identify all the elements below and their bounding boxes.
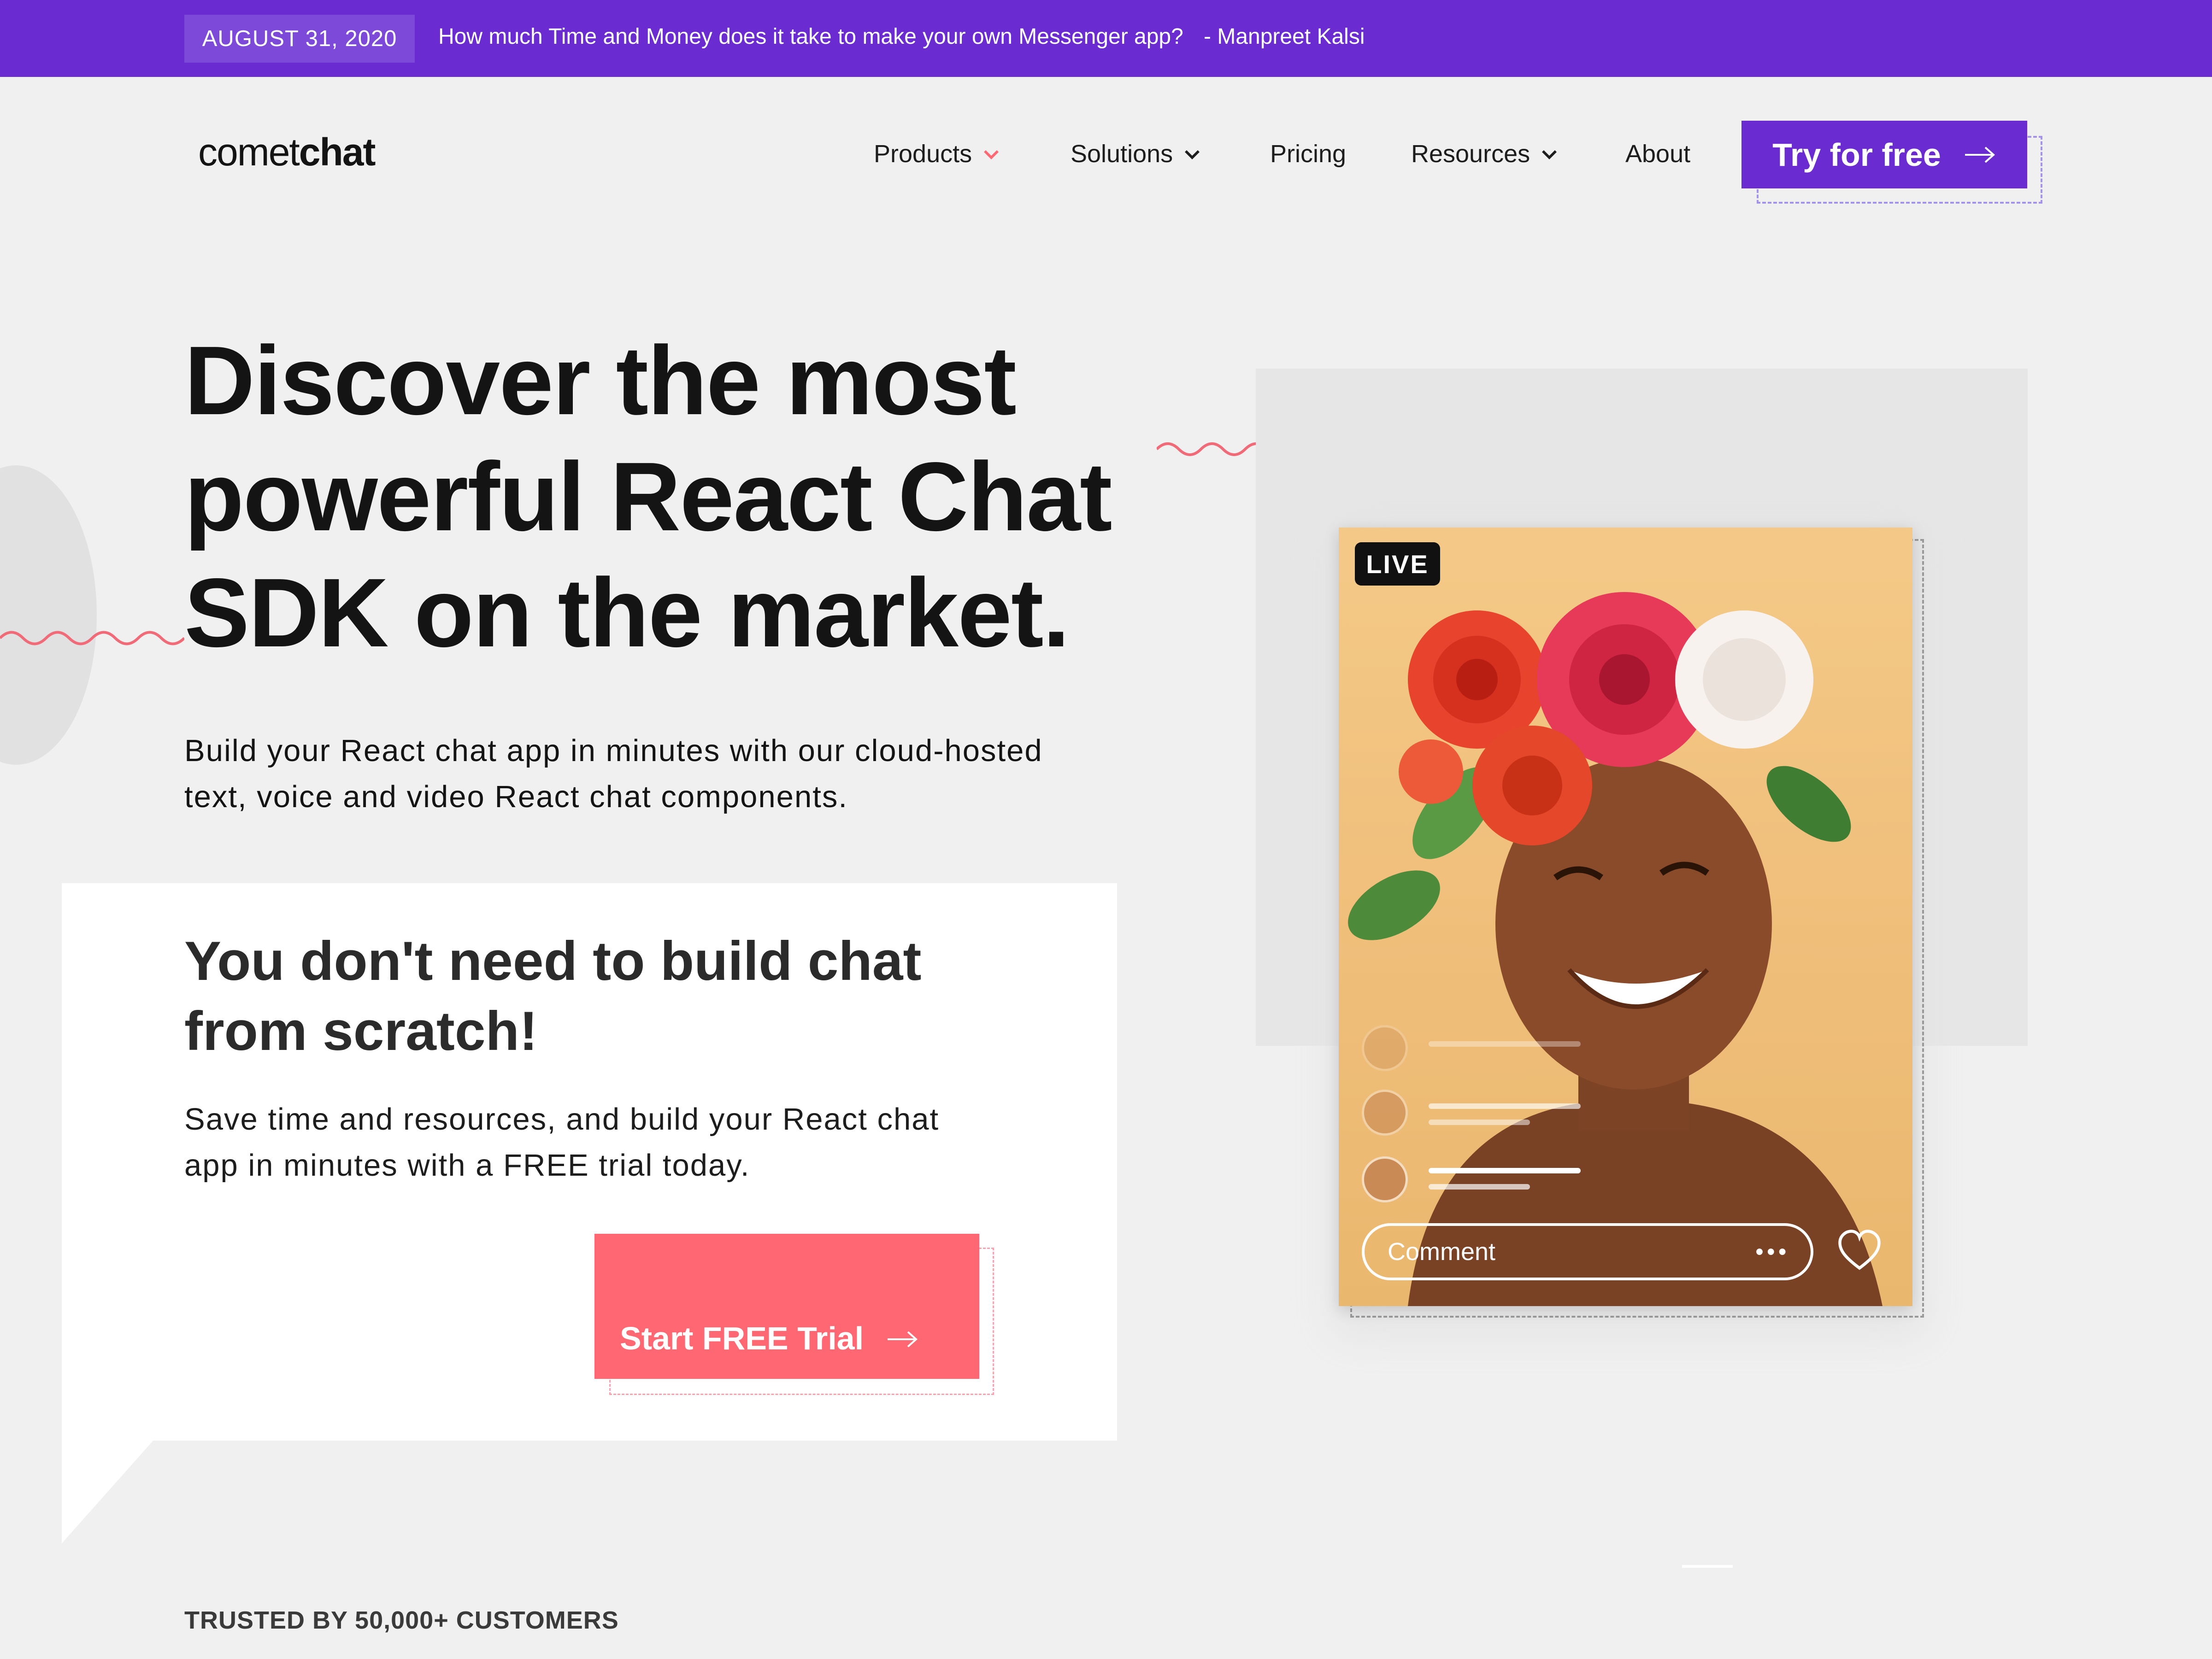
announcement-date: AUGUST 31, 2020 bbox=[184, 15, 415, 63]
logo-text-comet: comet bbox=[198, 130, 300, 174]
nav-resources[interactable]: Resources bbox=[1411, 140, 1559, 168]
avatar bbox=[1362, 1090, 1408, 1136]
cta-card-title-line: from scratch! bbox=[184, 1000, 538, 1062]
chat-line-placeholder bbox=[1429, 1103, 1581, 1109]
trusted-by-label: TRUSTED BY 50,000+ CUSTOMERS bbox=[184, 1606, 619, 1634]
chat-line-placeholder bbox=[1429, 1041, 1581, 1047]
chat-line-placeholder bbox=[1429, 1120, 1530, 1125]
hero-subtitle-line: text, voice and video React chat compone… bbox=[184, 780, 848, 814]
nav-about[interactable]: About bbox=[1625, 140, 1690, 168]
cta-card-tail bbox=[62, 1440, 154, 1543]
cta-card-title-line: You don't need to build chat bbox=[184, 930, 922, 992]
decorative-dash bbox=[1682, 1565, 1733, 1568]
logo-text-chat: chat bbox=[299, 130, 376, 174]
try-for-free-label: Try for free bbox=[1772, 136, 1941, 173]
cta-card-text-line: app in minutes with a FREE trial today. bbox=[184, 1148, 750, 1183]
announcement-author: - Manpreet Kalsi bbox=[1204, 24, 1365, 49]
cta-card-title: You don't need to build chat from scratc… bbox=[184, 926, 1060, 1066]
nav-products-label: Products bbox=[874, 140, 972, 168]
comment-input[interactable]: Comment ••• bbox=[1362, 1223, 1813, 1280]
nav-solutions-label: Solutions bbox=[1071, 140, 1173, 168]
chat-line-placeholder bbox=[1429, 1184, 1530, 1190]
hero-title: Discover the most powerful React Chat SD… bbox=[184, 322, 1198, 671]
arrow-right-icon bbox=[1965, 147, 1995, 163]
hero-title-line: powerful React Chat bbox=[184, 442, 1112, 551]
heart-icon[interactable] bbox=[1836, 1228, 1883, 1274]
ellipsis-icon[interactable]: ••• bbox=[1756, 1239, 1790, 1265]
avatar bbox=[1362, 1025, 1408, 1071]
live-stream-phone-mockup: LIVE Comment ••• bbox=[1339, 528, 1912, 1306]
nav-about-label: About bbox=[1625, 140, 1691, 168]
arrow-right-icon bbox=[888, 1331, 918, 1348]
announcement-headline-link[interactable]: How much Time and Money does it take to … bbox=[438, 24, 1183, 49]
hero-title-line: SDK on the market. bbox=[184, 558, 1070, 667]
try-for-free-button[interactable]: Try for free bbox=[1741, 121, 2027, 188]
nav-resources-label: Resources bbox=[1411, 140, 1530, 168]
chevron-down-icon bbox=[1542, 150, 1557, 159]
chevron-down-icon bbox=[984, 150, 999, 159]
chevron-down-icon bbox=[1185, 150, 1200, 159]
live-badge: LIVE bbox=[1355, 542, 1440, 586]
nav-products[interactable]: Products bbox=[874, 140, 1000, 168]
chat-line-placeholder bbox=[1429, 1168, 1581, 1173]
cometchat-logo[interactable]: cometchat bbox=[198, 130, 376, 175]
hero-subtitle-line: Build your React chat app in minutes wit… bbox=[184, 733, 1043, 768]
smiling-woman-flower-crown-image bbox=[1348, 592, 1883, 1306]
nav-pricing-label: Pricing bbox=[1270, 140, 1347, 168]
avatar bbox=[1362, 1156, 1408, 1202]
hero-subtitle: Build your React chat app in minutes wit… bbox=[184, 728, 1129, 820]
hero-title-line: Discover the most bbox=[184, 326, 1017, 435]
nav-solutions[interactable]: Solutions bbox=[1071, 140, 1201, 168]
decorative-circle bbox=[0, 465, 97, 765]
nav-pricing[interactable]: Pricing bbox=[1270, 140, 1346, 168]
start-free-trial-button[interactable]: Start FREE Trial bbox=[594, 1234, 979, 1379]
squiggle-decoration bbox=[0, 631, 184, 645]
comment-placeholder: Comment bbox=[1388, 1238, 1496, 1266]
start-free-trial-label: Start FREE Trial bbox=[620, 1320, 864, 1356]
cta-card-text: Save time and resources, and build your … bbox=[184, 1096, 1060, 1189]
cta-card-text-line: Save time and resources, and build your … bbox=[184, 1102, 940, 1137]
